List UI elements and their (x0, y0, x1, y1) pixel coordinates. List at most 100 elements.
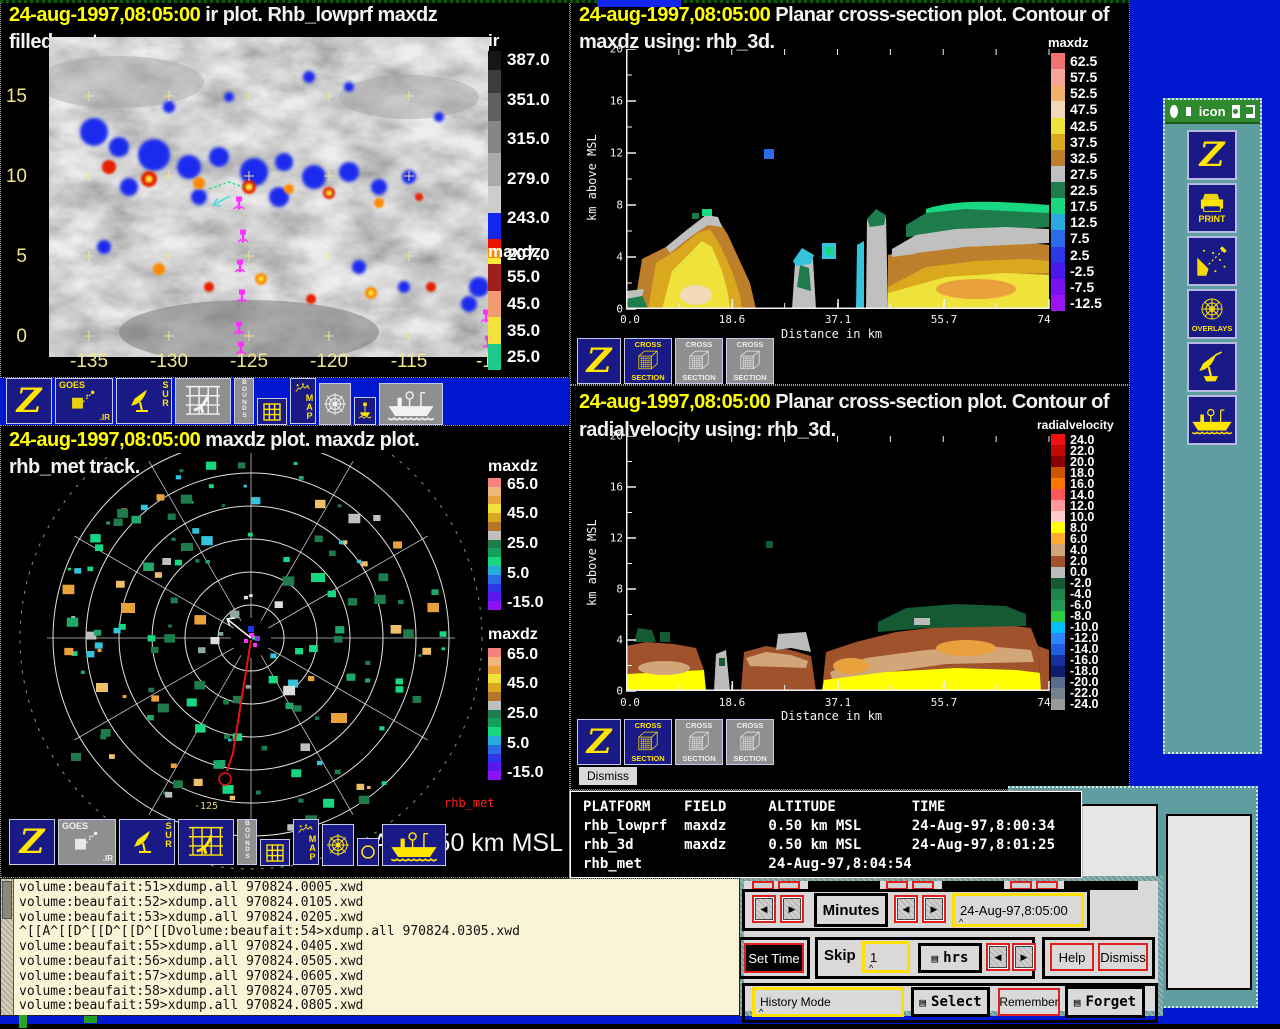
z-logo-button[interactable]: Z (577, 338, 621, 384)
xsec2-title-time: 24-aug-1997,08:05:00 (579, 391, 770, 413)
x-tick-label: 55.7 (931, 313, 958, 326)
time-back-button[interactable]: ◀ (894, 895, 918, 923)
control-dismiss-button[interactable]: Dismiss (1098, 943, 1148, 971)
colorbar-tick-label: 37.5 (1070, 134, 1097, 150)
colorbar-tick-label: 32.5 (1070, 150, 1097, 166)
colorbar-tick-label: -2.5 (1070, 263, 1094, 279)
x-tick-label: 18.6 (719, 696, 746, 709)
window-menu-icon[interactable] (1170, 105, 1178, 118)
remember-button[interactable]: Remember (998, 988, 1060, 1016)
ship2-icon-button[interactable] (1187, 395, 1237, 445)
xsec2-colorbar-label: radialvelocity (1037, 418, 1114, 432)
overlays-icon-button[interactable]: OVERLAYS (1187, 289, 1237, 339)
time-forward-button[interactable]: ▶ (922, 895, 946, 923)
xsec2-x-axis-label: Distance in km (781, 709, 882, 723)
skip-field[interactable]: 1^ (862, 941, 910, 973)
wheel-button[interactable] (322, 824, 354, 866)
hrs-menu-button[interactable]: ▤hrs (918, 943, 982, 973)
z-logo-button[interactable]: Z (577, 719, 621, 765)
colorbar-cell (1051, 434, 1065, 445)
colorbar-tick-label: 62.5 (1070, 53, 1097, 69)
gridradar-button[interactable] (178, 819, 234, 865)
bounds-button[interactable]: BOUNDS (234, 378, 254, 424)
terminal-window[interactable]: volume:beaufait:51>xdump.all 970824.0005… (0, 878, 740, 1016)
x-tick-label: 37.1 (825, 313, 852, 326)
set-time-button[interactable]: Set Time (744, 943, 804, 973)
platform-table: PLATFORM FIELD ALTITUDE TIME rhb_lowprf … (570, 791, 1082, 878)
ship-button[interactable] (382, 824, 446, 866)
cross-section-button[interactable]: CROSSSECTION (726, 338, 774, 384)
colorbar-cell (1051, 182, 1065, 198)
colorbar-cell (1051, 478, 1065, 489)
goes-button[interactable]: GOES.IR (58, 819, 116, 865)
colorbar-cell (1051, 150, 1065, 166)
cross-section-button[interactable]: CROSSSECTION (675, 719, 723, 765)
help-button[interactable]: Help (1050, 943, 1094, 971)
colorbar-cell (1051, 198, 1065, 214)
terminal-scroll-thumb[interactable] (2, 881, 12, 919)
colorbar-cell (1051, 578, 1065, 589)
terminal-scrollbar[interactable] (1, 879, 14, 1015)
cross-section-button[interactable]: CROSSSECTION (675, 338, 723, 384)
z-button[interactable]: Z (9, 819, 55, 865)
map-button[interactable]: MAP (290, 378, 316, 424)
z-logo-icon-button[interactable]: Z (1187, 130, 1237, 180)
minutes-back-button[interactable]: ◀ (752, 895, 776, 923)
colorbar-cell (488, 496, 501, 505)
radar-maxdz2-colorbar: 65.045.025.05.0-15.0 (488, 648, 568, 780)
history-mode-field[interactable]: History Mode^ (752, 987, 904, 1017)
colorbar-cell (488, 683, 501, 692)
z-button[interactable]: Z (6, 378, 52, 424)
colorbar-cell (488, 692, 501, 701)
skip-back-button[interactable]: ◀ (986, 943, 1010, 971)
bounds-button[interactable]: BOUNDS (237, 819, 257, 865)
table-dismiss-button[interactable]: Dismiss (578, 766, 638, 786)
colorbar-cell (488, 762, 501, 771)
sat-y-tick-label: 10 (6, 166, 27, 188)
xsec-maxdz-plot[interactable] (626, 49, 1050, 311)
skip-forward-button[interactable]: ▶ (1012, 943, 1036, 971)
colorbar-cell (488, 70, 501, 93)
window-doc-icon[interactable] (1184, 105, 1192, 118)
time-field[interactable]: 24-Aug-97,8:05:00^ (952, 893, 1084, 927)
colorbar-tick-label: 45.0 (507, 505, 538, 523)
minutes-button[interactable]: Minutes (814, 893, 888, 927)
buoy-button[interactable] (354, 397, 376, 425)
colorbar-tick-label: -15.0 (507, 594, 543, 612)
satellite-icon-button[interactable] (1187, 236, 1237, 286)
print-icon-button[interactable]: PRINT (1187, 183, 1237, 233)
colorbar-cell (1051, 69, 1065, 85)
window-minimize-icon[interactable] (1232, 105, 1240, 118)
cross-section-button[interactable]: CROSSSECTION (726, 719, 774, 765)
cross-section-button-active[interactable]: CROSSSECTION (624, 338, 672, 384)
circle-button[interactable] (357, 838, 379, 866)
cross-section-button-active[interactable]: CROSSSECTION (624, 719, 672, 765)
window-tab-fragment (597, 0, 681, 7)
xsec-radialvelocity-window: 24-aug-1997,08:05:00 Planar cross-sectio… (570, 385, 1130, 790)
wheel-button[interactable] (319, 383, 351, 425)
minutes-forward-button[interactable]: ▶ (780, 895, 804, 923)
sur-button[interactable]: SUR (119, 819, 175, 865)
sur-button[interactable]: SUR (116, 378, 172, 424)
forget-menu-button[interactable]: ▤Forget (1065, 986, 1145, 1018)
smallgrid-button[interactable] (260, 839, 290, 866)
gridradar-button[interactable] (175, 378, 231, 424)
colorbar-cell (1051, 611, 1065, 622)
xsec-maxdz-window: 24-aug-1997,08:05:00 Planar cross-sectio… (570, 0, 1130, 385)
colorbar-cell (488, 153, 501, 185)
icon-window-titlebar[interactable]: icon (1165, 100, 1260, 124)
sat-x-tick-label: -120 (310, 351, 348, 373)
radar-ppi-display[interactable]: -125 (1, 453, 571, 879)
x-tick-label: 37.1 (825, 696, 852, 709)
dish-icon-button[interactable] (1187, 342, 1237, 392)
colorbar-tick-label: 25.0 (507, 705, 538, 723)
colorbar-cell (1051, 511, 1065, 522)
window-shade-icon[interactable] (1246, 105, 1255, 118)
smallgrid-button[interactable] (257, 398, 287, 425)
goes-button[interactable]: GOES.IR (55, 378, 113, 424)
select-menu-button[interactable]: ▤Select (911, 987, 990, 1017)
ship-button[interactable] (379, 383, 443, 425)
xsec-radialvelocity-plot[interactable] (626, 436, 1050, 693)
map-button[interactable]: MAP (293, 819, 319, 865)
satellite-image[interactable] (49, 37, 489, 357)
